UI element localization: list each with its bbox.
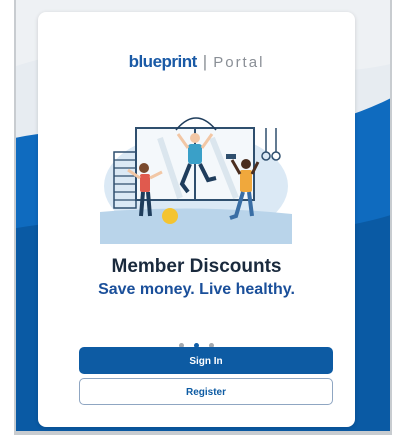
sign-in-button[interactable]: Sign In	[79, 347, 333, 374]
fitness-group-illustration	[100, 117, 292, 244]
carousel-heading: Member Discounts	[111, 256, 282, 277]
logo-separator: |	[202, 52, 208, 71]
frame-bottom	[14, 431, 392, 435]
register-button[interactable]: Register	[79, 378, 333, 405]
logo-portal-label: Portal	[213, 54, 265, 71]
carousel-subheading: Save money. Live healthy.	[98, 281, 295, 298]
logo-brand: blueprint	[128, 52, 198, 71]
login-card: blueprint | Portal Member Discounts Save…	[38, 12, 355, 427]
frame-border-right	[390, 0, 392, 435]
logo: blueprint | Portal	[38, 52, 355, 72]
